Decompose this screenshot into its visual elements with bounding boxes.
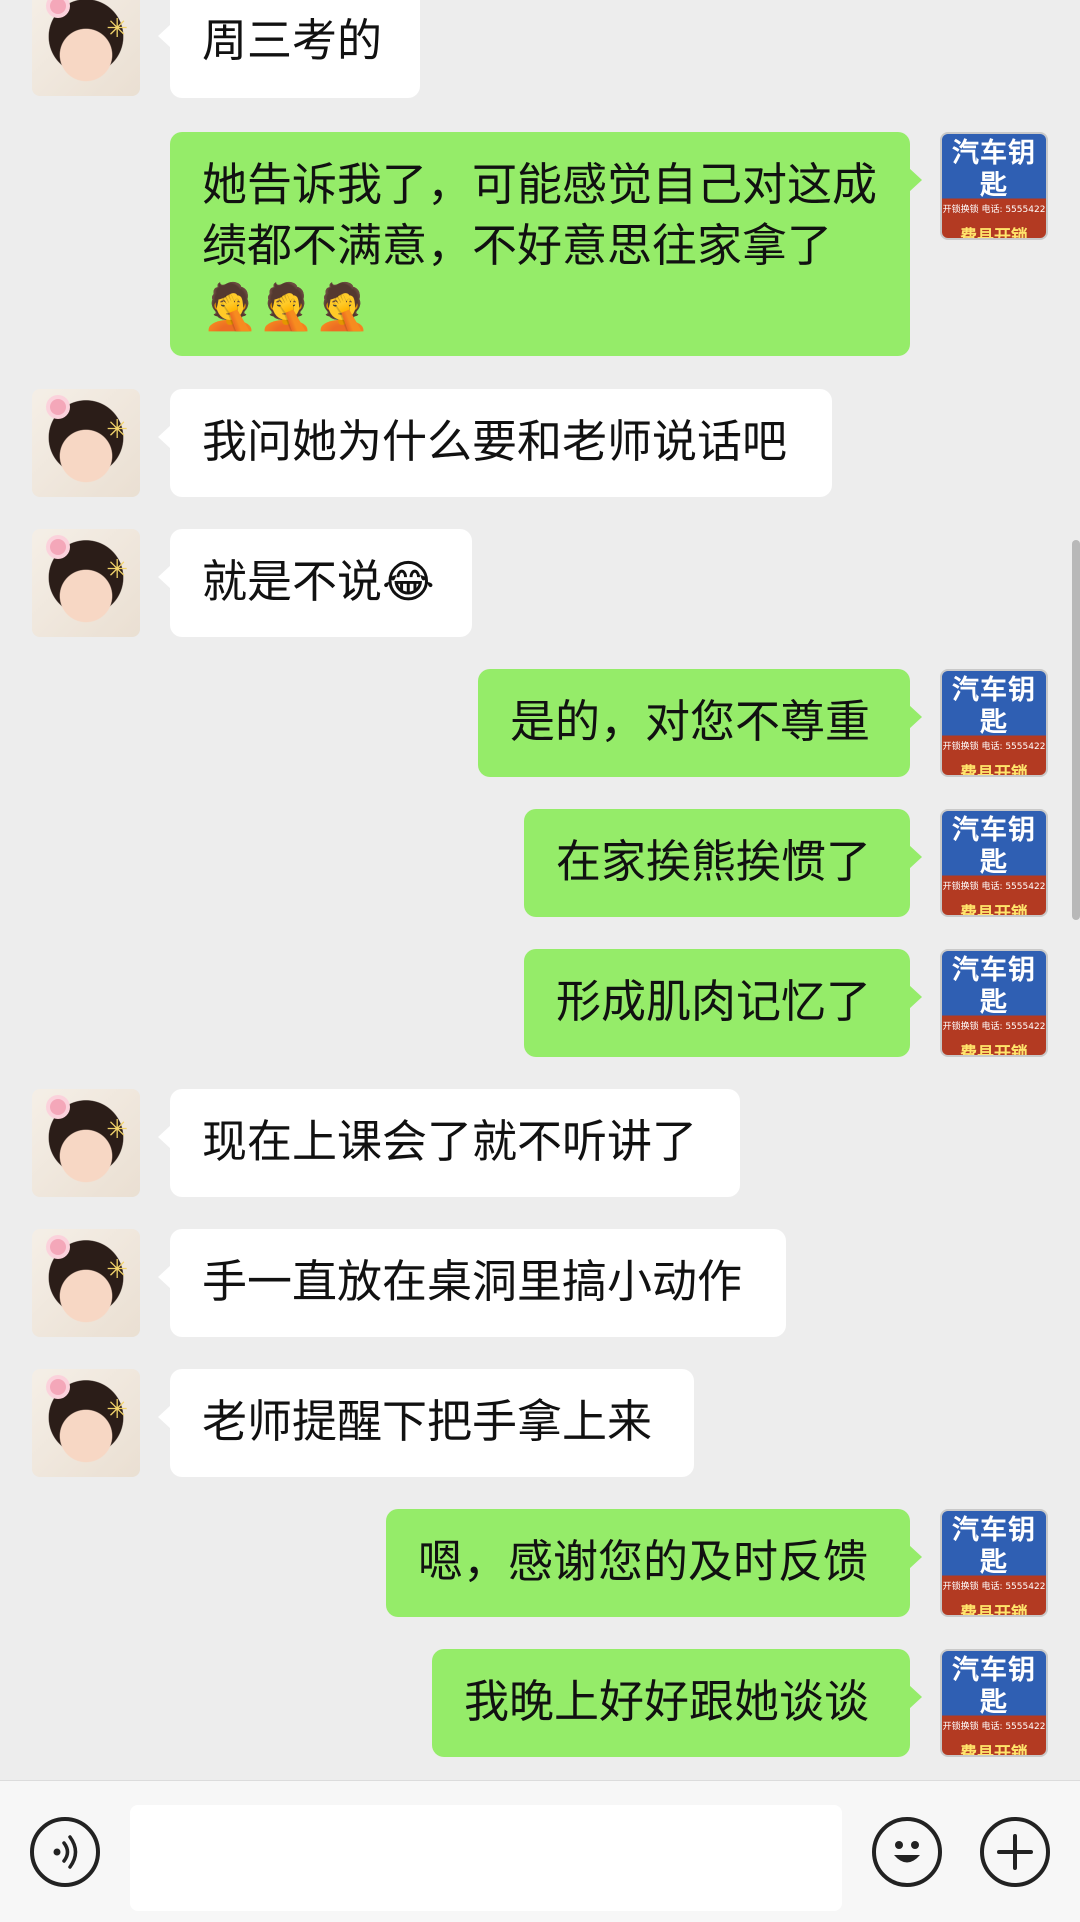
avatar-sign-title: 汽车钥匙 (952, 1515, 1036, 1578)
voice-wave-icon (53, 1835, 78, 1869)
message-bubble[interactable]: 现在上课会了就不听讲了 (158, 1089, 740, 1197)
sparkle-icon: ✳ (106, 1115, 128, 1145)
contact-avatar[interactable]: ✳ (32, 1089, 140, 1197)
sparkle-icon: ✳ (106, 555, 128, 585)
avatar-sign-phone: 开锁换锁 电话: 5555422 (942, 1022, 1046, 1032)
avatar-sign-subtitle: 费县开锁 (960, 1044, 1028, 1057)
flower-icon (50, 0, 66, 14)
avatar-sign-phone: 开锁换锁 电话: 5555422 (942, 1582, 1046, 1592)
avatar-sign-subtitle: 费县开锁 (960, 764, 1028, 777)
message-bubble[interactable]: 我晚上好好跟她谈谈 (432, 1649, 922, 1757)
message-bubble[interactable]: 我问她为什么要和老师说话吧 (158, 389, 832, 497)
flower-icon (50, 1239, 66, 1255)
avatar-sign-subtitle: 费县开锁 (960, 1604, 1028, 1617)
avatar-sign-subtitle: 费县开锁 (960, 904, 1028, 917)
avatar-sign-title: 汽车钥匙 (952, 1655, 1036, 1718)
emoji-icon[interactable] (872, 1817, 942, 1887)
sparkle-icon: ✳ (106, 1255, 128, 1285)
scrollbar[interactable] (1072, 540, 1080, 920)
avatar-sign-title: 汽车钥匙 (952, 955, 1036, 1018)
self-avatar[interactable]: 汽车钥匙开锁换锁 电话: 5555422 费县开锁 (940, 132, 1048, 240)
flower-icon (50, 539, 66, 555)
input-bar (0, 1780, 1080, 1922)
sparkle-icon: ✳ (106, 415, 128, 445)
self-avatar[interactable]: 汽车钥匙开锁换锁 电话: 5555422 费县开锁 (940, 949, 1048, 1057)
avatar-sign-phone: 开锁换锁 电话: 5555422 (942, 205, 1046, 215)
self-avatar[interactable]: 汽车钥匙开锁换锁 电话: 5555422 费县开锁 (940, 669, 1048, 777)
chat-history[interactable]: ✳ 周三考的 汽车钥匙 开锁换锁 电话: 5555422 费县开锁 她告诉我了，可能… (0, 0, 1080, 1780)
message-bubble[interactable]: 手一直放在桌洞里搞小动作 (158, 1229, 786, 1337)
message-bubble[interactable]: 形成肌肉记忆了 (524, 949, 922, 1057)
avatar-sign-subtitle: 费县开锁 (960, 1744, 1028, 1757)
voice-icon[interactable] (30, 1817, 100, 1887)
contact-avatar[interactable]: ✳ (32, 529, 140, 637)
avatar-sign-subtitle: 费县开锁 (960, 227, 1028, 240)
self-avatar[interactable]: 汽车钥匙开锁换锁 电话: 5555422 费县开锁 (940, 1509, 1048, 1617)
avatar-sign-title: 汽车钥匙 (952, 815, 1036, 878)
message-bubble[interactable]: 在家挨熊挨惯了 (524, 809, 922, 917)
plus-sign-icon (997, 1834, 1033, 1870)
message-bubble[interactable]: 就是不说😂 (158, 529, 472, 637)
plus-icon[interactable] (980, 1817, 1050, 1887)
contact-avatar[interactable]: ✳ (32, 1369, 140, 1477)
flower-icon (50, 1099, 66, 1115)
message-bubble[interactable]: 周三考的 (158, 0, 420, 98)
message-bubble[interactable]: 嗯，感谢您的及时反馈 (386, 1509, 922, 1617)
avatar-sign-phone: 开锁换锁 电话: 5555422 (942, 1722, 1046, 1732)
self-avatar[interactable]: 汽车钥匙开锁换锁 电话: 5555422 费县开锁 (940, 809, 1048, 917)
message-input[interactable] (130, 1805, 842, 1911)
avatar-sign-title: 汽车钥匙 (952, 675, 1036, 738)
avatar-sign-phone: 开锁换锁 电话: 5555422 (942, 742, 1046, 752)
message-bubble[interactable]: 是的，对您不尊重 (478, 669, 922, 777)
message-bubble[interactable]: 老师提醒下把手拿上来 (158, 1369, 694, 1477)
flower-icon (50, 1379, 66, 1395)
message-bubble[interactable]: 她告诉我了，可能感觉自己对这成绩都不满意，不好意思往家拿了🤦🤦🤦 (170, 132, 922, 356)
avatar-sign-phone: 开锁换锁 电话: 5555422 (942, 882, 1046, 892)
contact-avatar[interactable]: ✳ (32, 0, 140, 96)
sparkle-icon: ✳ (106, 1395, 128, 1425)
sparkle-icon: ✳ (106, 14, 128, 44)
flower-icon (50, 399, 66, 415)
avatar-sign-title: 汽车钥匙 (952, 138, 1036, 201)
contact-avatar[interactable]: ✳ (32, 1229, 140, 1337)
smiley-face-icon (894, 1841, 920, 1863)
contact-avatar[interactable]: ✳ (32, 389, 140, 497)
self-avatar[interactable]: 汽车钥匙开锁换锁 电话: 5555422 费县开锁 (940, 1649, 1048, 1757)
